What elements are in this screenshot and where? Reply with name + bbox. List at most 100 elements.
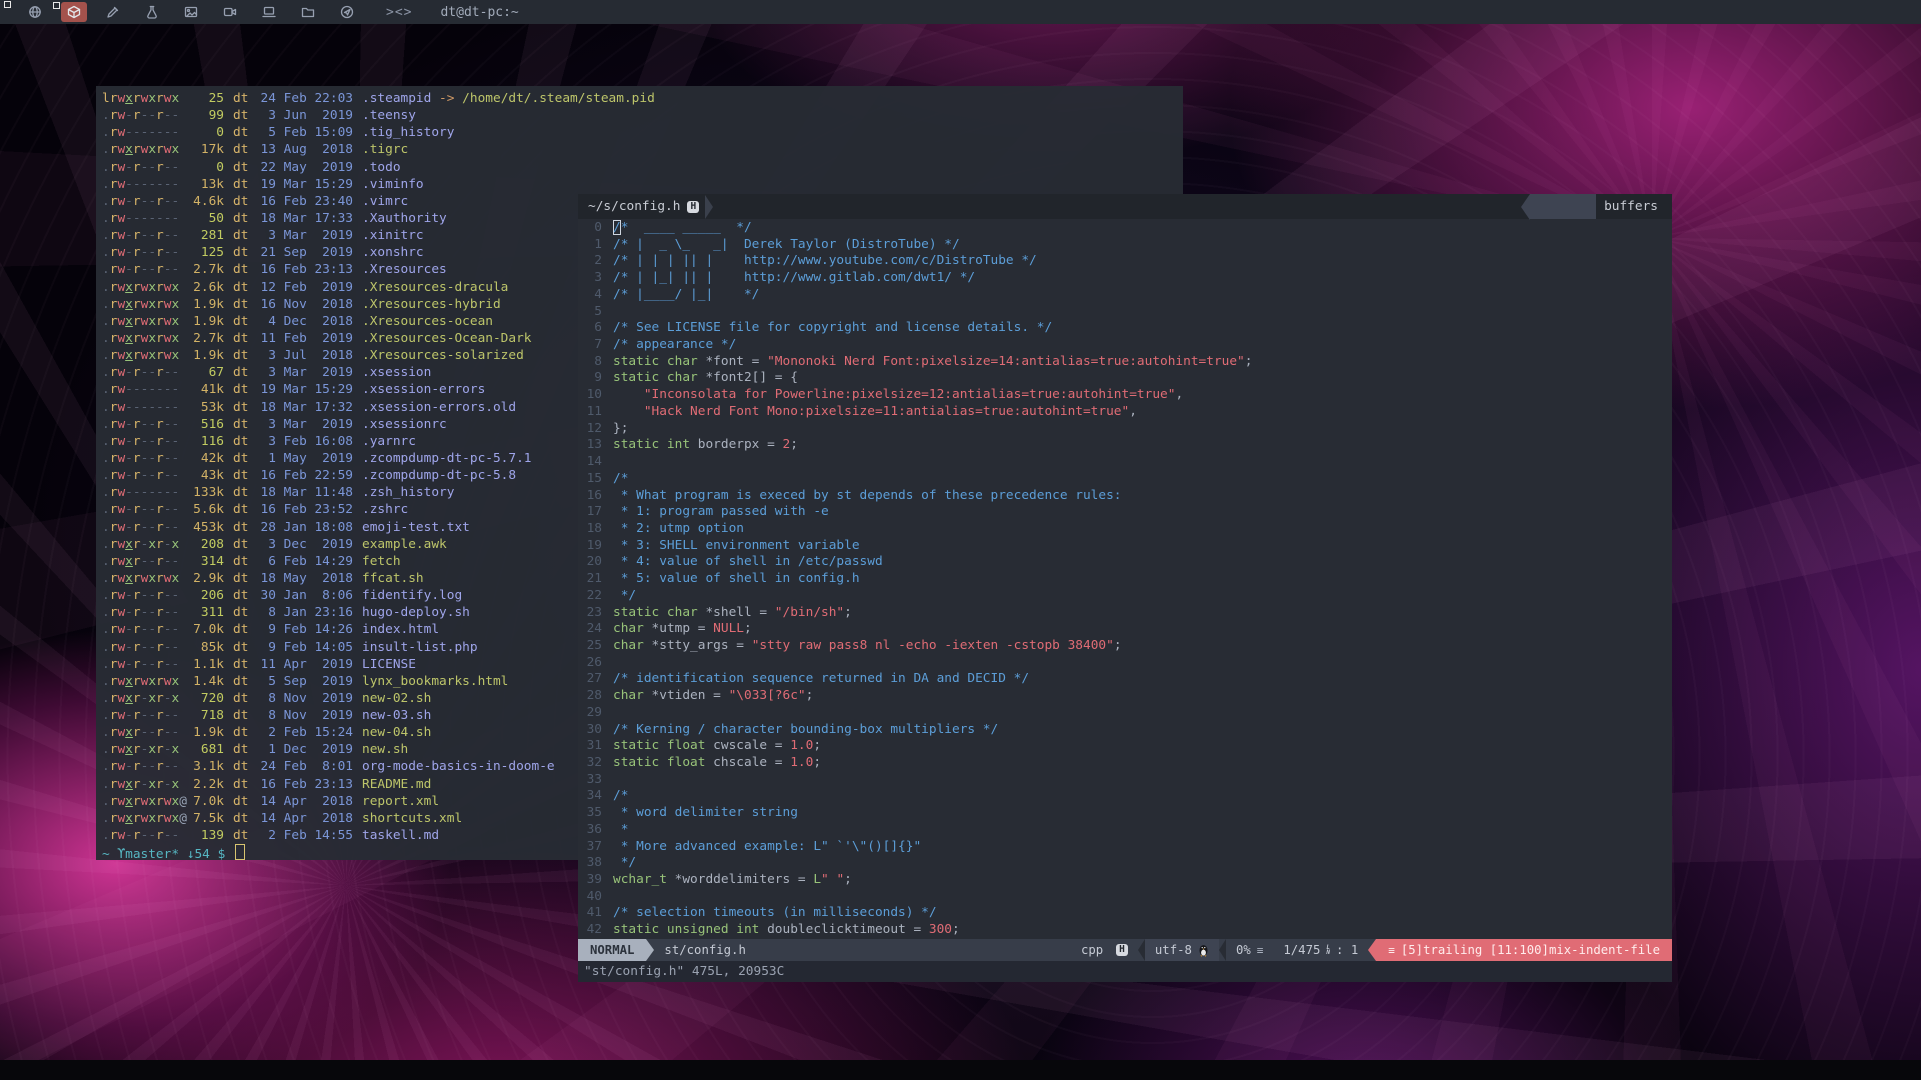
- code-line: 38 */: [578, 855, 1672, 872]
- laptop-icon[interactable]: [256, 2, 282, 22]
- file-size: 681: [188, 741, 224, 758]
- flask-icon[interactable]: [139, 2, 165, 22]
- permissions: .rwxr-xr-x: [102, 741, 188, 758]
- file-date: 4 Dec 2018: [259, 313, 353, 330]
- file-name: .zshrc: [362, 501, 408, 518]
- file-size: 50: [188, 210, 224, 227]
- file-name: .xinitrc: [362, 227, 424, 244]
- globe-icon[interactable]: [22, 2, 48, 22]
- permissions: .rw-------: [102, 176, 188, 193]
- file-size: 7.0k: [188, 621, 224, 638]
- line-number: 22: [578, 588, 602, 605]
- permissions: .rw-r--r--: [102, 261, 188, 278]
- file-size: 281: [188, 227, 224, 244]
- desktop: ><> dt@dt-pc:~ lrwxrwxrwx25dt24 Feb 22:0…: [0, 0, 1921, 1080]
- line-number: 10: [578, 387, 602, 404]
- file-name: emoji-test.txt: [362, 519, 470, 536]
- send-icon[interactable]: [334, 2, 360, 22]
- file-owner: dt: [233, 707, 250, 724]
- file-owner: dt: [233, 656, 250, 673]
- line-number: 38: [578, 855, 602, 872]
- file-owner: dt: [233, 433, 250, 450]
- file-date: 19 Mar 15:29: [259, 176, 353, 193]
- top-bar: ><> dt@dt-pc:~: [0, 0, 1921, 24]
- file-size: 85k: [188, 639, 224, 656]
- file-row: .rw-------13kdt19 Mar 15:29.viminfo: [102, 176, 1183, 193]
- tab-config-h[interactable]: ~/s/config.h H: [578, 194, 705, 219]
- file-size: 208: [188, 536, 224, 553]
- line-number: 17: [578, 504, 602, 521]
- code-line: 27/* identification sequence returned in…: [578, 671, 1672, 688]
- line-number: 7: [578, 337, 602, 354]
- file-name: .xsessionrc: [362, 416, 447, 433]
- file-size: 125: [188, 244, 224, 261]
- folder-icon[interactable]: [295, 2, 321, 22]
- buffers-label[interactable]: buffers: [1596, 194, 1672, 219]
- file-name: new.sh: [362, 741, 408, 758]
- file-owner: dt: [233, 159, 250, 176]
- file-name: .xsession-errors: [362, 381, 485, 398]
- permissions: .rwxrwxrwx@: [102, 793, 188, 810]
- line-number: 42: [578, 922, 602, 939]
- file-date: 1 May 2019: [259, 450, 353, 467]
- code-line: 25char *stty_args = "stty raw pass8 nl -…: [578, 638, 1672, 655]
- file-row: lrwxrwxrwx25dt24 Feb 22:03.steampid -> /…: [102, 90, 1183, 107]
- permissions: .rw-------: [102, 124, 188, 141]
- file-date: 8 Nov 2019: [259, 690, 353, 707]
- code-line: 0/* ____ _____ */: [578, 220, 1672, 237]
- file-date: 24 Feb 8:01: [259, 758, 353, 775]
- line-number: 16: [578, 488, 602, 505]
- file-size: 41k: [188, 381, 224, 398]
- window-title: dt@dt-pc:~: [440, 5, 518, 20]
- file-date: 11 Apr 2019: [259, 656, 353, 673]
- line-number: 33: [578, 772, 602, 789]
- code-line: 41/* selection timeouts (in milliseconds…: [578, 905, 1672, 922]
- file-name: .viminfo: [362, 176, 424, 193]
- file-row: .rw-r--r--0dt22 May 2019.todo: [102, 159, 1183, 176]
- package-icon[interactable]: [61, 2, 87, 22]
- line-number: 15: [578, 471, 602, 488]
- code-line: 9static char *font2[] = {: [578, 370, 1672, 387]
- permissions: .rwxrwxrwx: [102, 570, 188, 587]
- file-name: report.xml: [362, 793, 439, 810]
- file-date: 9 Feb 14:26: [259, 621, 353, 638]
- code-line: 16 * What program is execed by st depend…: [578, 488, 1672, 505]
- permissions: .rwxrwxrwx: [102, 141, 188, 158]
- line-number: 40: [578, 889, 602, 906]
- file-name: .todo: [362, 159, 401, 176]
- code-line: 21 * 5: value of shell in config.h: [578, 571, 1672, 588]
- file-owner: dt: [233, 793, 250, 810]
- line-number: 32: [578, 755, 602, 772]
- file-name: index.html: [362, 621, 439, 638]
- code-line: 14: [578, 454, 1672, 471]
- line-number: 23: [578, 605, 602, 622]
- file-owner: dt: [233, 484, 250, 501]
- line-number: 8: [578, 354, 602, 371]
- line-number: 3: [578, 270, 602, 287]
- file-name: fidentify.log: [362, 587, 462, 604]
- file-size: 314: [188, 553, 224, 570]
- dropper-icon[interactable]: [100, 2, 126, 22]
- permissions: .rwxr-xr-x: [102, 690, 188, 707]
- file-name: LICENSE: [362, 656, 416, 673]
- file-name: .Xresources-dracula: [362, 279, 508, 296]
- code-area[interactable]: 0/* ____ _____ */1/* | _ \_ _| Derek Tay…: [578, 219, 1672, 939]
- file-name: hugo-deploy.sh: [362, 604, 470, 621]
- video-camera-icon[interactable]: [217, 2, 243, 22]
- line-number: 6: [578, 320, 602, 337]
- file-size: 67: [188, 364, 224, 381]
- editor-window[interactable]: ~/s/config.h H buffers 0/* ____ _____ */…: [578, 194, 1672, 982]
- file-owner: dt: [233, 364, 250, 381]
- code-line: 37 * More advanced example: L" `'\"()[]{…: [578, 839, 1672, 856]
- code-line: 10 "Inconsolata for Powerline:pixelsize=…: [578, 387, 1672, 404]
- file-size: 133k: [188, 484, 224, 501]
- file-owner: dt: [233, 313, 250, 330]
- permissions: .rwxr-xr-x: [102, 776, 188, 793]
- image-icon[interactable]: [178, 2, 204, 22]
- file-owner: dt: [233, 261, 250, 278]
- file-owner: dt: [233, 210, 250, 227]
- file-owner: dt: [233, 604, 250, 621]
- line-number: 35: [578, 805, 602, 822]
- prompt-text: ~ ϒmaster* ↓54 $: [102, 847, 233, 862]
- code-line: 15/*: [578, 471, 1672, 488]
